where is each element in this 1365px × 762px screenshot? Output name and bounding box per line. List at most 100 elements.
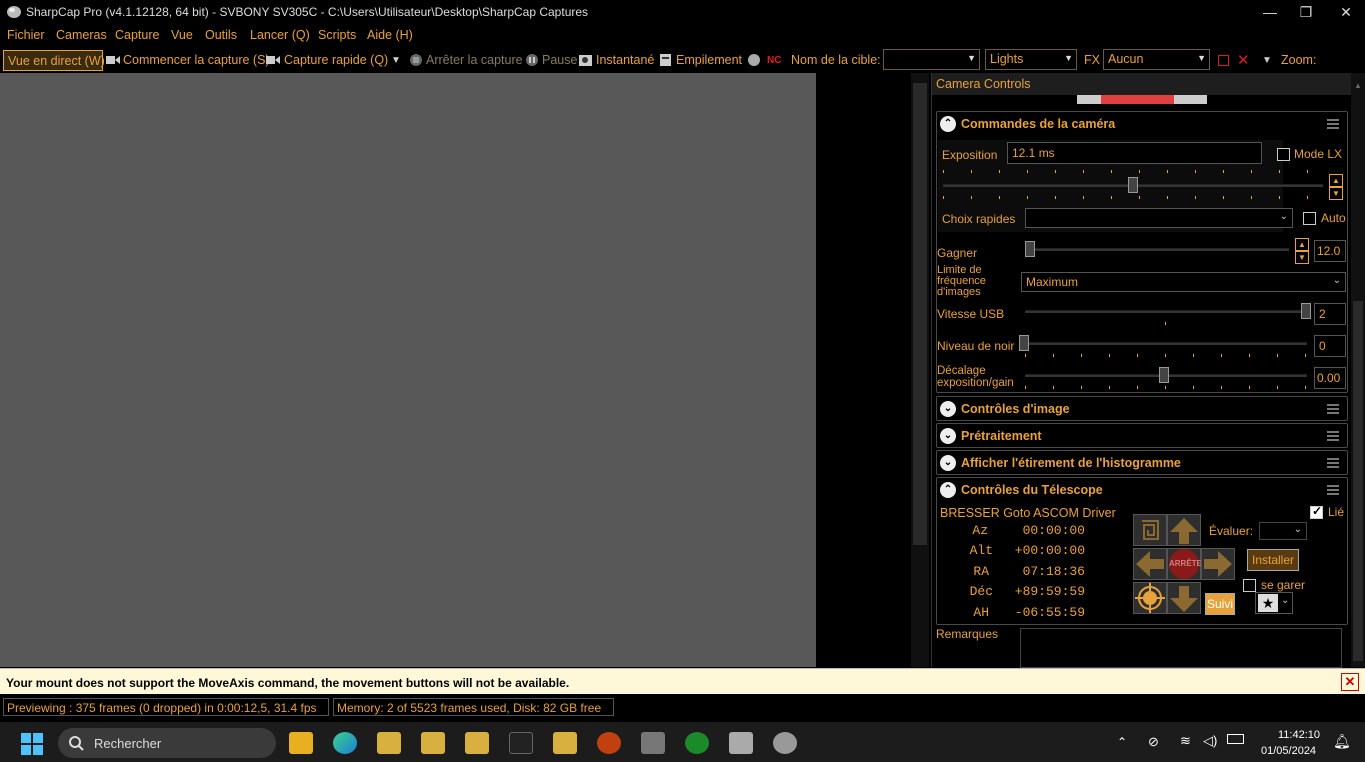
rate-select[interactable]: ⌄ [1259,522,1307,540]
exposure-slider-thumb[interactable] [1128,177,1138,193]
move-east-button[interactable] [1201,548,1235,580]
fx-combo[interactable]: Aucun ▼ [1103,49,1210,70]
menu-capture[interactable]: Capture [115,28,159,42]
frame-type-combo[interactable]: Lights ▼ [985,49,1077,70]
taskbar-search-box[interactable]: Rechercher [58,728,276,758]
windows-start-icon[interactable] [21,733,43,755]
move-west-button[interactable] [1133,548,1167,580]
offset-input[interactable]: 0.00 [1314,367,1346,389]
collapse-icon[interactable]: ⌃ [940,116,956,132]
device-app-icon[interactable] [641,732,665,754]
python-app-icon[interactable] [465,732,489,754]
crosshair-icon[interactable]: ✕ [1237,51,1250,69]
stop-mount-button[interactable]: ARRÊTE [1167,548,1202,580]
clock-time[interactable]: 11:42:10 [1278,729,1320,741]
menu-icon[interactable] [1327,404,1339,414]
overlay-dropdown-icon[interactable]: ▼ [1262,55,1272,66]
usb-speed-input[interactable]: 2 [1314,303,1346,325]
clock-date[interactable]: 01/05/2024 [1261,745,1316,757]
volume-icon[interactable]: ◁) [1203,733,1217,749]
quick-capture-dropdown-icon[interactable]: ▼ [391,55,401,66]
panel-scrollbar[interactable]: ▲ [1351,73,1365,667]
black-level-input[interactable]: 0 [1314,335,1346,357]
menu-vue[interactable]: Vue [171,28,193,42]
scrollbar-thumb[interactable] [913,83,927,545]
auto-exposure-checkbox[interactable] [1303,212,1316,225]
park-checkbox[interactable] [1243,579,1256,592]
pause-button[interactable]: Pause [542,53,577,67]
planet-app-icon[interactable] [597,732,621,754]
quick-capture-button[interactable]: Capture rapide (Q) [284,53,388,67]
menu-outils[interactable]: Outils [205,28,237,42]
menu-icon[interactable] [1327,458,1339,468]
expand-icon[interactable]: ⌄ [940,428,956,444]
network-off-icon[interactable]: ⊘ [1148,734,1159,750]
quick-choices-select[interactable]: ⌄ [1025,208,1293,228]
section-header[interactable]: ⌃ Contrôles du Télescope [937,478,1347,502]
section-header[interactable]: ⌃ Commandes de la caméra [937,112,1347,136]
black-slider-thumb[interactable] [1019,335,1029,351]
expand-icon[interactable]: ⌄ [940,401,956,417]
snapshot-button[interactable]: Instantané [596,53,654,67]
spin-down-icon[interactable]: ▼ [1295,251,1309,264]
stacking-button[interactable]: Empilement [676,53,742,67]
restore-icon[interactable]: ❐ [1286,0,1326,24]
menu-icon[interactable] [1327,119,1339,129]
python-app-icon[interactable] [421,732,445,754]
exposure-input[interactable]: 12.1 ms [1007,142,1262,164]
image-app-icon[interactable] [729,732,753,754]
image-viewer[interactable] [0,73,816,667]
start-capture-button[interactable]: Commencer la capture (S) [123,53,270,67]
menu-cameras[interactable]: Cameras [56,28,107,42]
gain-input[interactable]: 12.0 [1314,240,1346,262]
minimize-icon[interactable]: — [1250,0,1290,24]
wifi-icon[interactable]: ≋ [1180,733,1191,749]
battery-icon[interactable] [1227,734,1244,744]
ispec-icon[interactable] [509,732,533,754]
tracking-button[interactable]: Suivi [1205,593,1235,615]
live-view-button[interactable]: Vue en direct (W) [3,50,105,71]
goto-button[interactable] [1133,514,1167,546]
spin-down-icon[interactable]: ▼ [1329,187,1343,200]
python-app-icon[interactable] [553,732,577,754]
lx-mode-checkbox[interactable] [1277,148,1290,161]
python-app-icon[interactable] [377,732,401,754]
viewer-scrollbar[interactable] [911,73,929,667]
stop-capture-button[interactable]: Arrêter la capture [426,53,523,67]
menu-icon[interactable] [1327,431,1339,441]
spin-up-icon[interactable]: ▲ [1295,238,1309,251]
menu-aide[interactable]: Aide (H) [367,28,413,42]
notification-bell-icon[interactable]: 🔔︎ [1333,733,1351,750]
sphere-icon[interactable] [747,54,761,66]
menu-scripts[interactable]: Scripts [318,28,356,42]
section-header[interactable]: ⌄ Prétraitement [937,424,1347,448]
install-button[interactable]: Installer [1247,549,1299,571]
edge-browser-icon[interactable] [333,732,357,754]
spin-up-icon[interactable]: ▲ [1329,174,1343,187]
center-target-button[interactable] [1133,582,1167,614]
remarks-textarea[interactable] [1020,628,1342,668]
section-header[interactable]: ⌄ Contrôles d'image [937,397,1347,421]
expand-icon[interactable]: ⌄ [940,455,956,471]
usb-slider-thumb[interactable] [1301,303,1311,319]
usb-slider-track[interactable] [1025,310,1307,313]
move-north-button[interactable] [1167,514,1201,546]
gain-slider-thumb[interactable] [1025,241,1035,257]
no-target-icon[interactable]: NC [767,55,781,66]
scrollbar-thumb[interactable] [1353,301,1363,661]
gain-slider-track[interactable] [1025,248,1289,251]
section-header[interactable]: ⌄ Afficher l'étirement de l'histogramme [937,451,1347,475]
menu-fichier[interactable]: Fichier [7,28,45,42]
reticle-box-icon[interactable] [1218,55,1229,66]
menu-lancer[interactable]: Lancer (Q) [250,28,310,42]
close-icon[interactable]: ✕ [1326,0,1365,24]
chevron-up-icon[interactable]: ⌃ [1117,735,1127,749]
close-notification-icon[interactable]: ✕ [1341,673,1359,691]
star-select[interactable]: ★ ⌄ [1255,592,1293,614]
scroll-up-icon[interactable]: ▲ [1354,81,1362,90]
media-app-icon[interactable] [685,732,709,754]
black-slider-track[interactable] [1025,342,1307,345]
file-explorer-icon[interactable] [289,732,313,754]
menu-icon[interactable] [1327,485,1339,495]
target-name-combo[interactable]: ▼ [883,49,980,70]
